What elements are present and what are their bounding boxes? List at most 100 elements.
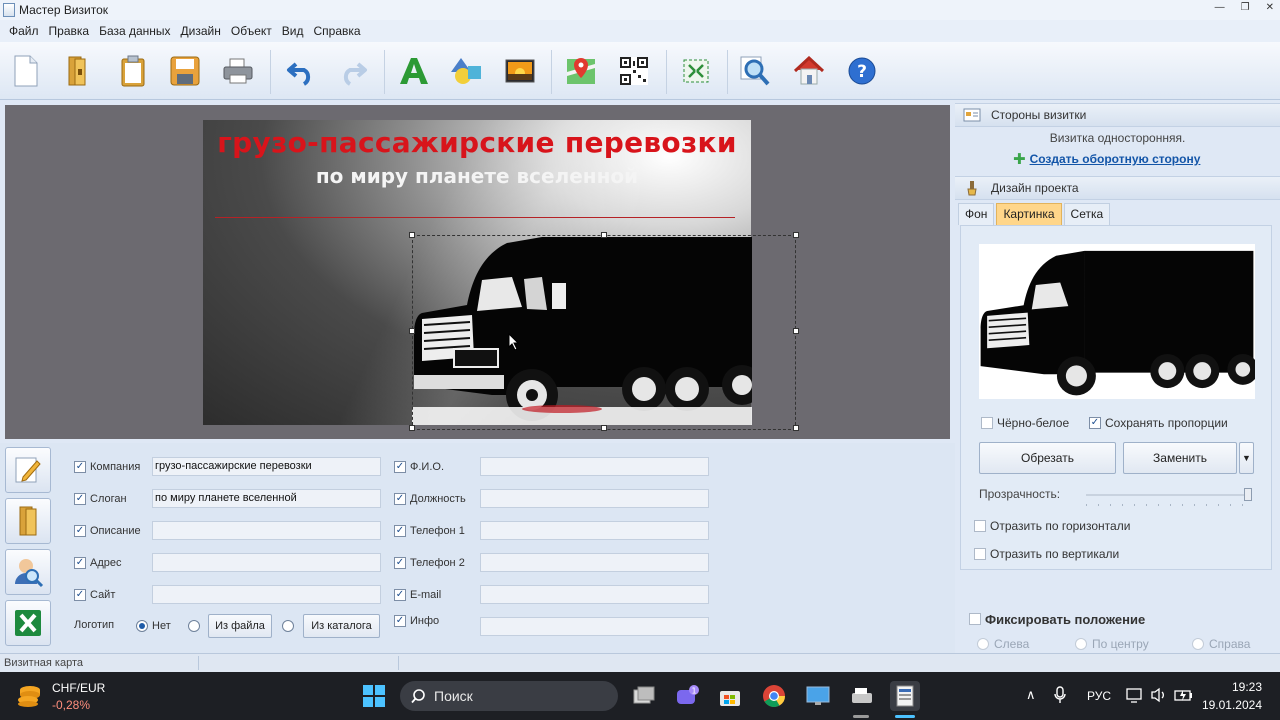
- open-folder-icon[interactable]: [58, 51, 96, 91]
- flip-horizontal-option[interactable]: Отразить по горизонтали: [974, 516, 1130, 536]
- slogan-checkbox[interactable]: ✓: [74, 493, 86, 505]
- resize-handle[interactable]: [793, 425, 799, 431]
- fix-position-checkbox[interactable]: [969, 613, 981, 625]
- currency-pair[interactable]: CHF/EUR: [52, 681, 105, 695]
- print-icon[interactable]: [219, 51, 257, 91]
- currency-widget-icon[interactable]: [17, 684, 43, 711]
- excel-icon[interactable]: [5, 600, 51, 646]
- info-checkbox[interactable]: ✓: [394, 615, 406, 627]
- logo-catalog-radio[interactable]: [282, 620, 294, 632]
- tab-grid[interactable]: Сетка: [1063, 203, 1111, 225]
- align-center-radio[interactable]: [1075, 638, 1087, 650]
- home-icon[interactable]: [790, 51, 828, 91]
- clock-date[interactable]: 19.01.2024: [1200, 698, 1262, 712]
- menu-edit[interactable]: Правка: [44, 24, 95, 38]
- fio-checkbox[interactable]: ✓: [394, 461, 406, 473]
- fio-input[interactable]: [480, 457, 709, 476]
- windows-start-icon[interactable]: [359, 681, 389, 711]
- flip-vertical-option[interactable]: Отразить по вертикали: [974, 544, 1119, 564]
- card-slogan-text[interactable]: по миру планете вселенной: [203, 164, 751, 188]
- menu-file[interactable]: Файл: [4, 24, 44, 38]
- logo-none-radio[interactable]: [136, 620, 148, 632]
- restore-button[interactable]: ❐: [1241, 2, 1250, 13]
- replace-button[interactable]: Заменить: [1123, 442, 1237, 474]
- business-card-app-icon[interactable]: [890, 681, 920, 711]
- resize-handle[interactable]: [409, 328, 415, 334]
- network-icon[interactable]: [1126, 687, 1144, 706]
- company-checkbox[interactable]: ✓: [74, 461, 86, 473]
- open-database-icon[interactable]: [5, 498, 51, 544]
- address-checkbox[interactable]: ✓: [74, 557, 86, 569]
- scanner-app-icon[interactable]: [847, 681, 877, 711]
- edit-card-icon[interactable]: [5, 447, 51, 493]
- new-document-icon[interactable]: [7, 51, 45, 91]
- card-company-text[interactable]: грузо-пассажирские перевозки: [203, 126, 751, 159]
- create-back-side-link[interactable]: Создать оборотную сторону: [1030, 152, 1201, 166]
- menu-help[interactable]: Справка: [308, 24, 365, 38]
- transparency-slider[interactable]: [1086, 494, 1251, 496]
- address-input[interactable]: [152, 553, 381, 572]
- crop-button[interactable]: Обрезать: [979, 442, 1116, 474]
- logo-none-option[interactable]: Нет: [136, 616, 171, 636]
- map-icon[interactable]: [562, 51, 600, 91]
- keep-ratio-option[interactable]: ✓ Сохранять пропорции: [1089, 413, 1228, 433]
- menu-view[interactable]: Вид: [277, 24, 309, 38]
- align-right-option[interactable]: Справа: [1192, 634, 1250, 654]
- undo-icon[interactable]: [282, 51, 320, 91]
- fix-position-option[interactable]: Фиксировать положение: [969, 609, 1145, 629]
- phone1-checkbox[interactable]: ✓: [394, 525, 406, 537]
- battery-icon[interactable]: [1174, 687, 1194, 706]
- menu-design[interactable]: Дизайн: [176, 24, 226, 38]
- language-indicator[interactable]: РУС: [1087, 689, 1111, 703]
- info-input[interactable]: [480, 617, 709, 636]
- align-right-radio[interactable]: [1192, 638, 1204, 650]
- resize-handle[interactable]: [409, 425, 415, 431]
- description-checkbox[interactable]: ✓: [74, 525, 86, 537]
- logo-from-file-button[interactable]: Из файла: [208, 614, 272, 638]
- description-input[interactable]: [152, 521, 381, 540]
- keep-ratio-checkbox[interactable]: ✓: [1089, 417, 1101, 429]
- redo-icon[interactable]: [334, 51, 372, 91]
- company-input[interactable]: грузо-пассажирские перевозки: [152, 457, 381, 476]
- email-input[interactable]: [480, 585, 709, 604]
- clock-time[interactable]: 19:23: [1206, 680, 1262, 694]
- store-icon[interactable]: [715, 681, 745, 711]
- email-checkbox[interactable]: ✓: [394, 589, 406, 601]
- align-center-option[interactable]: По центру: [1075, 634, 1149, 654]
- fit-icon[interactable]: [677, 51, 715, 91]
- align-left-radio[interactable]: [977, 638, 989, 650]
- flip-horizontal-checkbox[interactable]: [974, 520, 986, 532]
- replace-dropdown-button[interactable]: ▼: [1239, 442, 1254, 474]
- phone2-checkbox[interactable]: ✓: [394, 557, 406, 569]
- phone1-input[interactable]: [480, 521, 709, 540]
- design-canvas[interactable]: грузо-пассажирские перевозки по миру пла…: [5, 105, 950, 439]
- save-icon[interactable]: [166, 51, 204, 91]
- tab-background[interactable]: Фон: [958, 203, 995, 225]
- tab-picture[interactable]: Картинка: [996, 203, 1062, 225]
- task-view-icon[interactable]: [629, 681, 659, 711]
- flip-vertical-checkbox[interactable]: [974, 548, 986, 560]
- logo-file-radio[interactable]: [188, 620, 200, 632]
- resize-handle[interactable]: [793, 328, 799, 334]
- position-input[interactable]: [480, 489, 709, 508]
- chat-icon[interactable]: 1: [672, 681, 702, 711]
- qr-code-icon[interactable]: [615, 51, 653, 91]
- taskbar-search[interactable]: Поиск: [400, 681, 618, 711]
- menu-database[interactable]: База данных: [94, 24, 175, 38]
- resize-handle[interactable]: [409, 232, 415, 238]
- zoom-icon[interactable]: [736, 51, 774, 91]
- tray-expand-icon[interactable]: ∧: [1026, 687, 1036, 703]
- microphone-icon[interactable]: [1053, 686, 1067, 707]
- clipboard-icon[interactable]: [114, 51, 152, 91]
- help-icon[interactable]: ?: [843, 51, 881, 91]
- resize-handle[interactable]: [601, 232, 607, 238]
- bw-option[interactable]: Чёрно-белое: [981, 413, 1069, 433]
- logo-from-catalog-button[interactable]: Из каталога: [303, 614, 380, 638]
- shapes-icon[interactable]: [448, 51, 486, 91]
- find-contact-icon[interactable]: [5, 549, 51, 595]
- align-left-option[interactable]: Слева: [977, 634, 1029, 654]
- chrome-icon[interactable]: [759, 681, 789, 711]
- selection-frame[interactable]: [412, 235, 796, 430]
- resize-handle[interactable]: [601, 425, 607, 431]
- transparency-slider-thumb[interactable]: [1244, 488, 1252, 501]
